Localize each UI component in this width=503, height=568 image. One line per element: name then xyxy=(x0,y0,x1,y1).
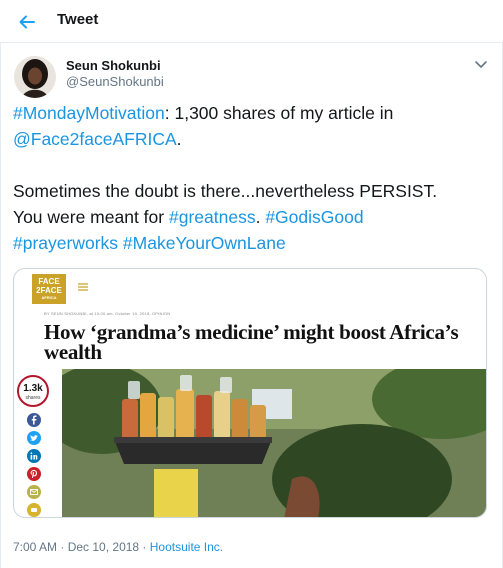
tweet-line-spacer xyxy=(13,152,493,178)
facebook-icon[interactable] xyxy=(27,413,41,427)
hashtag-link[interactable]: #GodisGood xyxy=(265,207,363,227)
tweet-line-text: You were meant for xyxy=(13,207,169,227)
meta-separator: · xyxy=(139,540,150,554)
email-icon[interactable] xyxy=(27,485,41,499)
hashtag-link[interactable]: #MakeYourOwnLane xyxy=(123,233,286,253)
logo-text: FACE xyxy=(38,277,60,286)
share-count-badge: 1.3k shares xyxy=(17,375,49,407)
twitter-icon[interactable] xyxy=(27,431,41,445)
back-arrow-icon[interactable] xyxy=(14,9,40,35)
whatsapp-icon[interactable] xyxy=(27,503,41,517)
linkedin-icon[interactable] xyxy=(27,449,41,463)
tweet-date[interactable]: Dec 10, 2018 xyxy=(68,540,139,554)
tweet-text: #MondayMotivation: 1,300 shares of my ar… xyxy=(13,100,493,256)
logo-text: AFRICA xyxy=(41,295,57,300)
top-bar: Tweet xyxy=(0,0,503,43)
article-photo xyxy=(62,369,486,517)
article-byline: BY SEUN SHOKUNBI, at 10:00 am, October 1… xyxy=(44,311,171,316)
menu-icon xyxy=(78,278,88,291)
article-headline: How ‘grandma’s medicine’ might boost Afr… xyxy=(44,320,459,364)
tweet-source-link[interactable]: Hootsuite Inc. xyxy=(150,540,223,554)
meta-separator: · xyxy=(57,540,68,554)
tweet-line-text: . xyxy=(176,129,182,149)
avatar[interactable] xyxy=(14,56,56,98)
tweet-line: #prayerworks #MakeYourOwnLane xyxy=(13,230,493,256)
share-count-value: 1.3k xyxy=(23,383,43,394)
hashtag-link[interactable]: #MondayMotivation xyxy=(13,103,165,123)
mention-link[interactable]: @Face2faceAFRICA xyxy=(13,129,177,149)
face2face-logo: FACE 2FACE AFRICA xyxy=(32,274,66,304)
logo-text: 2FACE xyxy=(36,286,62,295)
chevron-down-icon[interactable] xyxy=(472,57,490,71)
pinterest-icon[interactable] xyxy=(27,467,41,481)
tweet-line-text: : 1,300 shares of my article in xyxy=(164,103,394,123)
tweet-line: Sometimes the doubt is there...neverthel… xyxy=(13,181,438,201)
share-count-label: shares xyxy=(25,395,41,401)
tweet-line: @Face2faceAFRICA. xyxy=(13,126,493,152)
tweet-line: #MondayMotivation: 1,300 shares of my ar… xyxy=(13,100,493,126)
tweet-line-text: . xyxy=(255,207,261,227)
article-card[interactable]: FACE 2FACE AFRICA BY SEUN SHOKUNBI, at 1… xyxy=(13,268,487,518)
author-name[interactable]: Seun Shokunbi xyxy=(66,58,161,73)
tweet-line: You were meant for #greatness. #GodisGoo… xyxy=(13,204,493,230)
tweet-time[interactable]: 7:00 AM xyxy=(13,540,57,554)
author-handle[interactable]: @SeunShokunbi xyxy=(66,74,164,89)
hashtag-link[interactable]: #prayerworks xyxy=(13,233,118,253)
page-title: Tweet xyxy=(57,11,99,28)
tweet-timestamp: 7:00 AM · Dec 10, 2018 · Hootsuite Inc. xyxy=(13,540,223,554)
hashtag-link[interactable]: #greatness xyxy=(169,207,256,227)
